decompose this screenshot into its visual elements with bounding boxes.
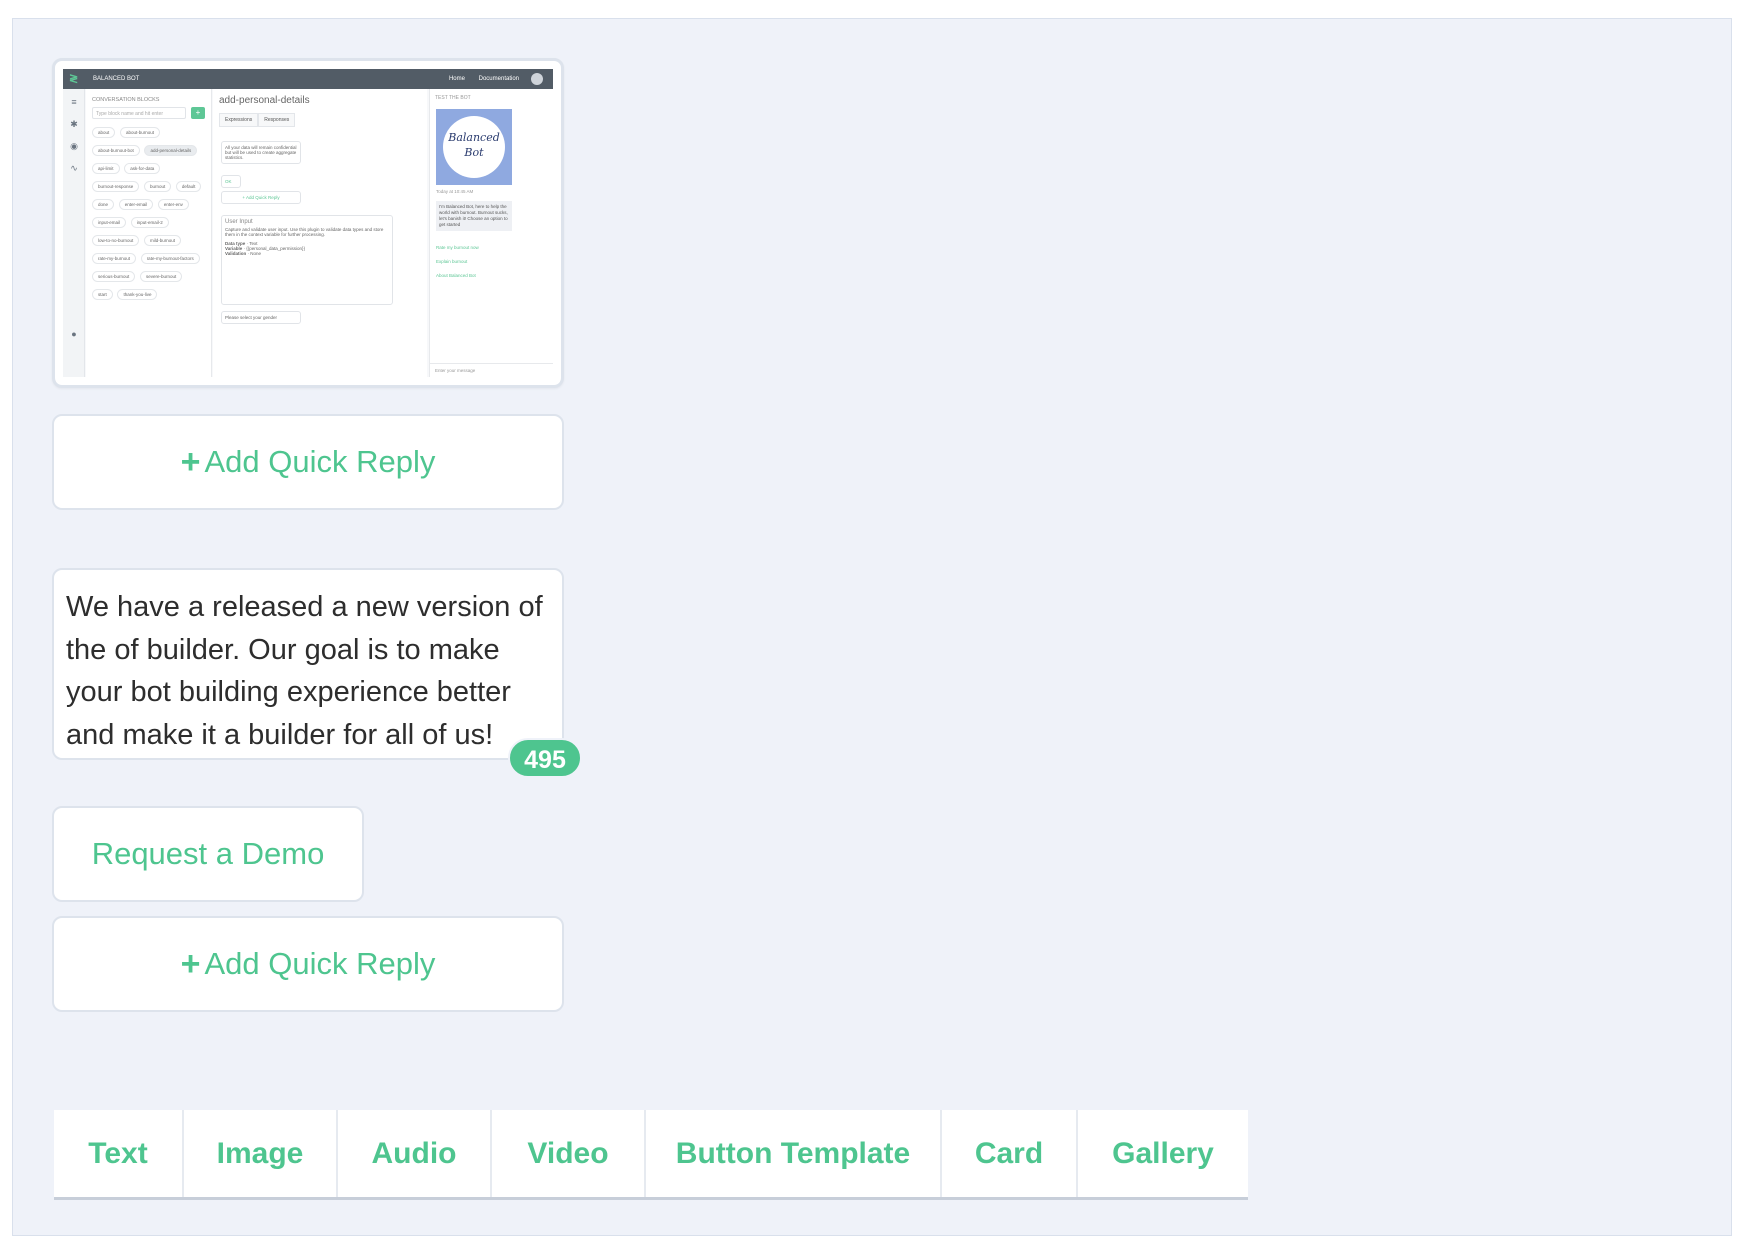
thumb-chip: serious-burnout <box>92 271 136 282</box>
bot-logo-line1: Balanced <box>448 131 500 144</box>
thumb-chat-input: Enter your message <box>430 363 553 377</box>
tab-gallery[interactable]: Gallery <box>1078 1110 1248 1197</box>
add-quick-reply-button[interactable]: + Add Quick Reply <box>52 916 564 1012</box>
thumb-block-title: add-personal-details <box>219 95 310 106</box>
thumb-chip: enter-email <box>118 199 154 210</box>
text-response-line: your bot building experience better <box>66 676 511 708</box>
text-response-line: and make it a builder for all of us! <box>66 718 494 751</box>
thumb-blocks-panel: CONVERSATION BLOCKS Type block name and … <box>86 89 212 377</box>
thumb-tabs: Expressions Responses <box>219 113 296 127</box>
thumb-user-input-title: User Input <box>225 219 253 225</box>
tab-text[interactable]: Text <box>54 1110 184 1197</box>
thumb-notice-card: All your data will remain confidential b… <box>221 141 301 164</box>
text-response-line: the of builder. Our goal is to make <box>66 633 500 666</box>
thumb-bot-logo: Balanced Bot <box>436 109 512 185</box>
thumb-chip: ask-for-data <box>124 163 161 174</box>
thumb-validation-label: Validation <box>225 251 247 256</box>
thumb-validation-row: Validation · None <box>225 251 262 256</box>
thumb-chip: default <box>175 181 202 192</box>
thumb-chip: rate-my-burnout-factors <box>140 253 200 264</box>
analytics-icon: ∿ <box>70 163 78 173</box>
thumb-tab: Expressions <box>219 113 259 127</box>
plus-icon: + <box>180 945 201 983</box>
tab-button-template[interactable]: Button Template <box>646 1110 942 1197</box>
thumb-blocks-header: CONVERSATION BLOCKS <box>92 97 160 103</box>
tab-image[interactable]: Image <box>184 1110 338 1197</box>
thumb-timestamp: Today at 10:45 AM <box>436 189 474 194</box>
thumb-chip: low-to-no-burnout <box>92 235 140 246</box>
thumb-chip: about-burnout-bot <box>92 145 140 156</box>
thumb-chip: severe-burnout <box>139 271 183 282</box>
thumb-ok-chip: OK <box>221 175 241 188</box>
thumb-brand: BALANCED BOT <box>93 76 140 82</box>
bot-logo-circle: Balanced Bot <box>443 116 505 178</box>
thumb-main-panel: add-personal-details Expressions Response… <box>213 89 427 377</box>
plus-icon: + <box>191 107 205 119</box>
thumb-chip: enter-env <box>157 199 189 210</box>
thumb-chip: start <box>92 289 113 300</box>
thumb-chat-header: TEST THE BOT <box>435 95 471 101</box>
thumb-nav-docs: Documentation <box>478 76 519 82</box>
logo-icon: ≷ <box>69 73 79 85</box>
thumb-add-quick-reply: + Add Quick Reply <box>221 191 301 204</box>
thumb-bot-message: I'm Balanced Bot, here to help the world… <box>436 201 512 231</box>
thumb-chip: about-burnout <box>119 127 160 138</box>
blocks-icon: ≡ <box>71 97 77 107</box>
thumb-nav-home: Home <box>448 76 465 82</box>
thumb-chip: thank-you-live <box>117 289 158 300</box>
thumb-chip: rate-my-burnout <box>92 253 137 264</box>
add-quick-reply-button[interactable]: + Add Quick Reply <box>52 414 564 510</box>
settings-icon: ● <box>71 329 77 339</box>
thumb-rail: ≡ ✱ ◉ ∿ ● <box>63 89 85 377</box>
text-response-card[interactable]: We have a released a new version of the … <box>52 568 564 760</box>
character-counter-badge: 495 <box>508 738 582 778</box>
thumb-gender-prompt: Please select your gender <box>221 311 301 324</box>
tab-audio[interactable]: Audio <box>338 1110 492 1197</box>
thumb-quick-reply: Rate my burnout now <box>436 245 479 250</box>
add-quick-reply-label: Add Quick Reply <box>204 444 436 479</box>
thumb-user-input-desc: Capture and validate user input. Use thi… <box>225 227 384 237</box>
thumb-quick-reply: Explain burnout <box>436 259 468 264</box>
snowflake-icon: ✱ <box>70 119 78 129</box>
add-quick-reply-label: Add Quick Reply <box>204 946 436 981</box>
response-type-tabbar: Text Image Audio Video Button Template C… <box>54 1110 1248 1200</box>
bot-logo-line2: Bot <box>464 146 484 159</box>
thumb-chip: mild-burnout <box>143 235 181 246</box>
thumb-topbar: ≷ BALANCED BOT Home Documentation <box>63 69 553 89</box>
image-response-thumbnail[interactable]: ≷ BALANCED BOT Home Documentation ≡ ✱ ◉ … <box>52 58 564 388</box>
avatar-icon <box>531 73 543 85</box>
thumb-chip-list: about about-burnout about-burnout-bot ad… <box>92 127 208 307</box>
target-icon: ◉ <box>70 141 78 151</box>
thumb-chip: add-personal-details <box>144 145 198 156</box>
thumb-user-input-card: User Input Capture and validate user inp… <box>221 215 393 305</box>
thumb-chip: input-email <box>92 217 127 228</box>
thumb-tab: Responses <box>258 113 296 127</box>
tab-video[interactable]: Video <box>492 1110 646 1197</box>
request-demo-label: Request a Demo <box>91 836 325 871</box>
text-response-line: We have a released a new version of <box>66 591 543 623</box>
thumb-chip: input-email-2 <box>130 217 169 228</box>
tab-card[interactable]: Card <box>942 1110 1078 1197</box>
thumb-chip: api-limit <box>92 163 120 174</box>
thumb-search: Type block name and hit enter <box>92 107 186 119</box>
thumb-validation-value: None <box>250 251 262 256</box>
thumb-chip: about <box>92 127 116 138</box>
thumb-quick-reply: About Balanced Bot <box>436 273 476 278</box>
thumb-nav-links: Home Documentation <box>437 76 519 82</box>
request-demo-button[interactable]: Request a Demo <box>52 806 364 902</box>
plus-icon: + <box>180 443 201 481</box>
thumb-chip: burnout-response <box>92 181 140 192</box>
thumb-chat-panel: TEST THE BOT Balanced Bot Today at 10:45… <box>429 89 553 377</box>
thumb-chip: done <box>92 199 115 210</box>
screenshot-image: ≷ BALANCED BOT Home Documentation ≡ ✱ ◉ … <box>63 69 553 377</box>
thumb-chip: burnout <box>143 181 172 192</box>
